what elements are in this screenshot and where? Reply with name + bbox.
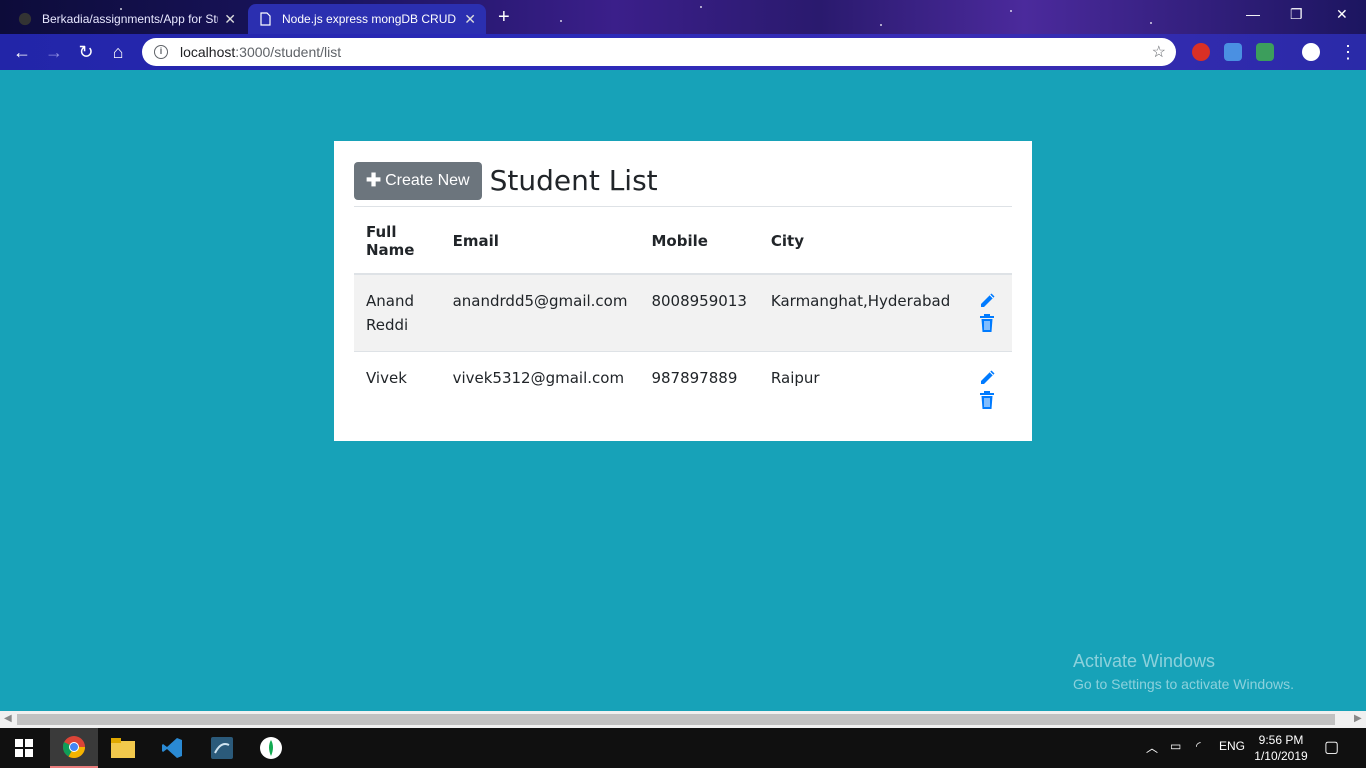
address-bar[interactable]: i localhost:3000/student/list ☆: [142, 38, 1176, 66]
mongodb-compass-icon[interactable]: [247, 728, 295, 768]
info-icon[interactable]: i: [154, 45, 168, 59]
scroll-right-arrow[interactable]: ▶: [1354, 713, 1362, 724]
bookmark-star-icon[interactable]: ☆: [1152, 42, 1166, 62]
extension-icon[interactable]: [1192, 43, 1210, 61]
card-header: ✚ Create New Student List: [354, 161, 1012, 207]
full-name-cell: Vivek: [354, 351, 441, 426]
scrollbar-thumb[interactable]: [17, 714, 1335, 725]
vscode-icon[interactable]: [148, 728, 196, 768]
restore-button[interactable]: ❐: [1290, 6, 1303, 23]
actions-cell: [962, 351, 1012, 426]
student-list-card: ✚ Create New Student List Full Name Emai…: [334, 141, 1032, 441]
windows-start-icon[interactable]: [0, 728, 48, 768]
clock-time: 9:56 PM: [1258, 733, 1304, 747]
trash-icon[interactable]: [977, 313, 997, 333]
menu-icon[interactable]: ⋮: [1336, 40, 1360, 64]
table-row: Anand Reddi anandrdd5@gmail.com 80089590…: [354, 273, 1012, 352]
tab-title: Node.js express mongDB CRUD: [282, 12, 457, 26]
actions-header: [962, 207, 1012, 275]
clock[interactable]: 9:56 PM 1/10/2019: [1248, 732, 1314, 764]
reload-button[interactable]: ↻: [74, 40, 98, 64]
close-window-button[interactable]: ✕: [1336, 6, 1348, 23]
actions-cell: [962, 273, 1012, 352]
mobile-cell: 987897889: [639, 351, 759, 426]
pencil-icon[interactable]: [977, 368, 997, 388]
chrome-icon[interactable]: [50, 728, 98, 768]
trash-icon[interactable]: [977, 390, 997, 410]
horizontal-scrollbar[interactable]: ◀ ▶: [0, 711, 1366, 728]
battery-icon[interactable]: ▭: [1170, 739, 1181, 753]
notification-icon[interactable]: ▢: [1324, 737, 1339, 757]
scroll-left-arrow[interactable]: ◀: [4, 713, 12, 724]
windows-taskbar: ︿ ▭ ◜ ENG 9:56 PM 1/10/2019 ▢: [0, 728, 1366, 768]
close-icon[interactable]: ✕: [224, 11, 236, 28]
url-host: localhost: [180, 44, 236, 60]
table-row: Vivek vivek5312@gmail.com 987897889 Raip…: [354, 351, 1012, 426]
column-header: Mobile: [639, 207, 759, 275]
show-hidden-icons[interactable]: ︿: [1146, 739, 1158, 756]
mobile-cell: 8008959013: [639, 273, 759, 352]
wifi-icon[interactable]: ◜: [1196, 739, 1201, 753]
tab-title: Berkadia/assignments/App for Stu: [42, 12, 219, 26]
browser-toolbar: ← → ↻ ⌂ i localhost:3000/student/list ☆ …: [0, 34, 1366, 70]
column-header: Full Name: [354, 207, 441, 275]
minimize-button[interactable]: —: [1246, 6, 1260, 22]
home-icon[interactable]: ⌂: [106, 40, 130, 64]
page-title: Student List: [489, 164, 658, 197]
translate-icon[interactable]: [1224, 43, 1242, 61]
file-explorer-icon[interactable]: [99, 728, 147, 768]
tab-github[interactable]: Berkadia/assignments/App for Stu ✕: [8, 4, 246, 34]
github-icon: [18, 12, 32, 26]
city-cell: Karmanghat,Hyderabad: [758, 273, 963, 352]
extension-icon[interactable]: [1256, 43, 1274, 61]
student-table: Full Name Email Mobile City Anand Reddi …: [354, 207, 1012, 426]
create-new-button[interactable]: ✚ Create New: [354, 161, 482, 200]
close-icon[interactable]: ✕: [464, 11, 476, 28]
column-header: City: [758, 207, 963, 275]
language-indicator[interactable]: ENG: [1219, 739, 1245, 753]
document-icon: [258, 12, 272, 26]
column-header: Email: [440, 207, 640, 275]
create-new-label: Create New: [385, 171, 470, 189]
profile-icon[interactable]: [1302, 43, 1320, 61]
watermark-line1: Activate Windows: [1073, 651, 1216, 671]
browser-titlebar: Berkadia/assignments/App for Stu ✕ Node.…: [0, 0, 1366, 34]
mysql-workbench-icon[interactable]: [198, 728, 246, 768]
url-path: :3000/student/list: [235, 44, 342, 60]
tab-crud[interactable]: Node.js express mongDB CRUD ✕: [248, 4, 486, 34]
pencil-icon[interactable]: [977, 291, 997, 311]
activate-windows-watermark: Activate Windows Go to Settings to activ…: [1073, 651, 1294, 692]
clock-date: 1/10/2019: [1254, 749, 1308, 763]
full-name-cell: Anand Reddi: [354, 273, 441, 352]
email-cell: anandrdd5@gmail.com: [440, 273, 640, 352]
watermark-line2: Go to Settings to activate Windows.: [1073, 676, 1294, 692]
new-tab-button[interactable]: +: [498, 6, 510, 28]
table-header-row: Full Name Email Mobile City: [354, 207, 1012, 275]
forward-button[interactable]: →: [42, 40, 66, 64]
email-cell: vivek5312@gmail.com: [440, 351, 640, 426]
city-cell: Raipur: [758, 351, 963, 426]
plus-icon: ✚: [366, 170, 382, 190]
back-button[interactable]: ←: [10, 40, 34, 64]
